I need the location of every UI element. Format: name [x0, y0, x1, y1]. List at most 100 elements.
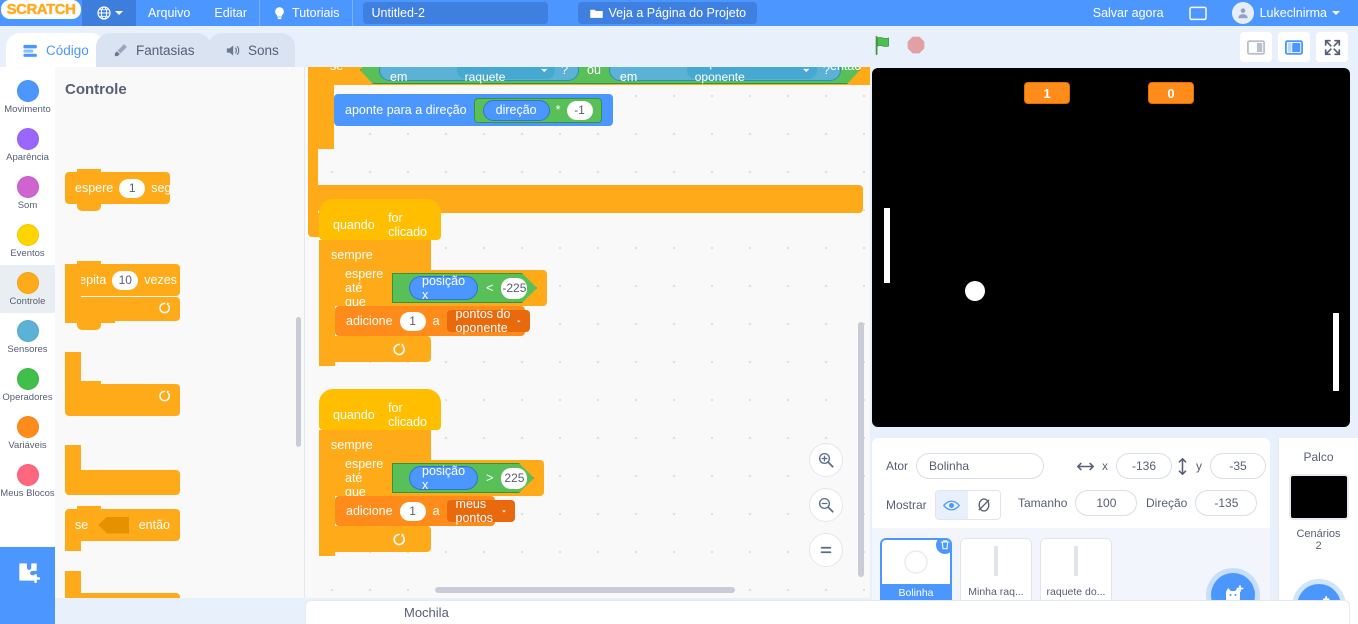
forever-left-spine-top-script	[308, 67, 318, 213]
direction-reporter[interactable]: direção	[482, 99, 550, 121]
if-arm	[65, 445, 81, 470]
sprite-item-minha-raquete[interactable]: Minha raq...	[960, 538, 1032, 606]
account-menu[interactable]: Lukeclnirma	[1220, 0, 1352, 26]
touching-dropdown-1[interactable]: Minha raquete	[457, 67, 555, 79]
sprite-x-input[interactable]: -136	[1116, 453, 1172, 479]
language-selector[interactable]	[82, 0, 136, 26]
menu-item-editar[interactable]: Editar	[202, 0, 259, 26]
touching-block-1[interactable]: tocando em Minha raquete ?	[379, 67, 579, 81]
palette-scrollbar[interactable]	[296, 317, 301, 447]
if-condition-slot[interactable]	[98, 516, 129, 534]
repeat-times-input[interactable]: 10	[112, 270, 139, 290]
when-flag-clicked-hat-1[interactable]: quando for clicado	[319, 199, 441, 240]
point-in-direction-block[interactable]: aponte para a direção direção * -1	[334, 94, 613, 126]
zoom-reset-button[interactable]	[809, 533, 843, 567]
category-variaveis[interactable]: Variáveis	[0, 409, 55, 457]
palette-block-repeat[interactable]: repita 10 vezes	[55, 99, 304, 330]
right-paddle-sprite[interactable]	[1333, 313, 1339, 391]
multiply-symbol: *	[555, 103, 561, 117]
palette-block-wait[interactable]: espere 1 seg	[65, 169, 172, 211]
green-flag-icon-hat-1	[380, 224, 382, 226]
small-stage-button[interactable]	[1240, 32, 1272, 62]
category-operadores[interactable]: Operadores	[0, 361, 55, 409]
if-head[interactable]: se então	[65, 506, 180, 541]
when-flag-clicked-hat-2[interactable]: quando for clicado	[319, 389, 441, 430]
green-flag-icon	[875, 35, 889, 55]
stop-button[interactable]	[906, 35, 926, 60]
touching-question-2: ?	[823, 67, 830, 77]
change-amount-input-2[interactable]: 1	[399, 501, 426, 521]
scratch-logo[interactable]: SCRATCH	[0, 0, 82, 26]
category-sensores[interactable]: Sensores	[0, 313, 55, 361]
touching-dropdown-2[interactable]: raquete do oponente	[687, 67, 817, 79]
category-eventos[interactable]: Eventos	[0, 217, 55, 265]
menu-item-arquivo[interactable]: Arquivo	[136, 0, 202, 26]
my-stuff-button[interactable]	[1176, 0, 1220, 26]
point-direction-label: aponte para a direção	[345, 103, 467, 117]
repeat-head[interactable]: repita 10 vezes	[65, 261, 180, 296]
fullscreen-button[interactable]	[1316, 32, 1348, 62]
green-flag-button[interactable]	[872, 34, 894, 61]
wait-seconds-input[interactable]: 1	[119, 178, 146, 198]
multiply-operator-block[interactable]: direção * -1	[473, 97, 602, 123]
variable-dropdown-1[interactable]: pontos do oponente	[446, 307, 530, 335]
multiply-operand-input[interactable]: -1	[566, 100, 593, 120]
backpack-bar[interactable]: Mochila	[305, 600, 1350, 624]
sprite-item-raquete-oponente[interactable]: raquete do...	[1040, 538, 1112, 606]
or-operator-block[interactable]: tocando em Minha raquete ? ou tocando em…	[360, 67, 860, 84]
add-extension-button[interactable]	[0, 547, 55, 624]
zoom-in-button[interactable]	[809, 443, 843, 477]
sprite-name-input[interactable]: Bolinha	[916, 453, 1045, 479]
sprite-item-bolinha[interactable]: Bolinha	[880, 538, 952, 606]
show-hidden-button[interactable]	[967, 491, 1000, 519]
left-paddle-sprite[interactable]	[884, 208, 890, 283]
category-controle[interactable]: Controle	[0, 265, 55, 313]
category-som[interactable]: Som	[0, 169, 55, 217]
block-palette[interactable]: Controle espere 1 seg repita 10 vezes se…	[55, 67, 305, 598]
menu-item-tutoriais[interactable]: Tutoriais	[260, 0, 351, 26]
forever-head-1[interactable]: sempre	[319, 240, 431, 270]
see-project-page-button[interactable]: Veja a Página do Projeto	[577, 2, 758, 24]
eye-slash-icon	[978, 498, 990, 512]
chevron-down-icon-touching-2	[803, 68, 810, 73]
palco-thumbnail[interactable]	[1288, 474, 1349, 520]
x-position-reporter-1[interactable]: posição x	[409, 276, 478, 300]
zoom-out-button[interactable]	[809, 488, 843, 522]
greater-than-operand-2[interactable]: 225	[501, 468, 527, 489]
wait-until-block-1[interactable]: espere até que posição x < -225	[335, 267, 547, 309]
greater-than-operator-2[interactable]: posição x > 225	[392, 463, 534, 493]
less-than-operator-1[interactable]: posição x < -225	[392, 273, 537, 303]
category-movimento[interactable]: Movimento	[0, 73, 55, 121]
palette-block-forever[interactable]: sempre	[55, 131, 304, 416]
sprite-y-input[interactable]: -35	[1210, 453, 1266, 479]
palette-section-title: Controle	[65, 81, 127, 98]
tab-codigo[interactable]: Código	[6, 33, 105, 67]
forever-head-2[interactable]: sempre	[319, 430, 431, 460]
category-aparencia[interactable]: Aparência	[0, 121, 55, 169]
ball-sprite[interactable]	[965, 281, 985, 301]
large-stage-button[interactable]	[1278, 32, 1310, 62]
stage[interactable]: 1 0	[872, 68, 1350, 427]
variable-dropdown-2[interactable]: meus pontos	[446, 497, 516, 525]
save-now-button[interactable]: Salvar agora	[1081, 0, 1176, 26]
canvas-scrollbar-horizontal[interactable]	[435, 587, 735, 593]
tab-fantasias[interactable]: Fantasias	[96, 33, 211, 67]
sprite-size-input[interactable]: 100	[1075, 490, 1138, 516]
wait-label-post: seg	[151, 181, 172, 195]
canvas-scrollbar-vertical[interactable]	[858, 322, 864, 577]
category-label: Sensores	[7, 343, 48, 355]
show-visible-button[interactable]	[935, 491, 968, 519]
forever-tail-2	[319, 542, 369, 550]
category-meus-blocos[interactable]: Meus Blocos	[0, 457, 55, 505]
tab-sons[interactable]: Sons	[208, 33, 295, 67]
project-name-input[interactable]: Untitled-2	[362, 2, 548, 24]
touching-block-2[interactable]: tocando em raquete do oponente ?	[609, 67, 841, 81]
sprite-direction-input[interactable]: -135	[1195, 490, 1258, 516]
change-variable-block-2[interactable]: adicione 1 a meus pontos	[335, 496, 516, 526]
wait-until-block-2[interactable]: espere até que posição x > 225	[335, 457, 544, 499]
change-amount-input-1[interactable]: 1	[399, 311, 426, 331]
less-than-operand-1[interactable]: -225	[501, 278, 527, 299]
change-variable-block-1[interactable]: adicione 1 a pontos do oponente	[335, 306, 530, 336]
code-canvas[interactable]: se tocando em Minha raquete ? ou tocando…	[305, 67, 870, 598]
x-position-reporter-2[interactable]: posição x	[409, 466, 478, 490]
